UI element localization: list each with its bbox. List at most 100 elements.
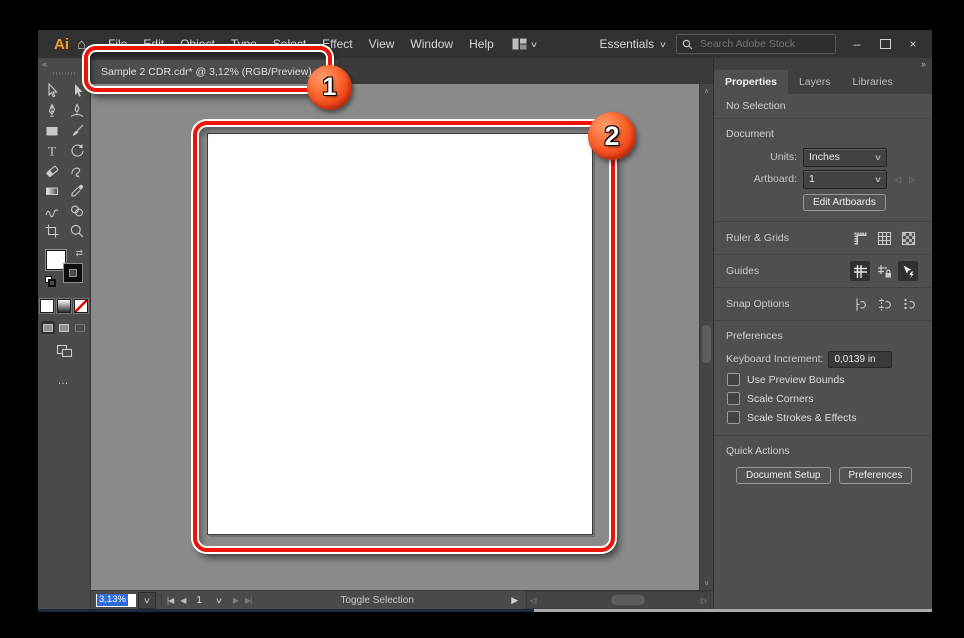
horizontal-scrollbar[interactable]: ◁ ▷	[526, 591, 711, 609]
menu-effect[interactable]: Effect	[314, 37, 360, 51]
menu-view[interactable]: View	[361, 37, 403, 51]
menubar-right: Essentials ∨ – ×	[599, 34, 926, 54]
edit-artboards-button[interactable]: Edit Artboards	[803, 194, 886, 211]
scale-strokes-effects-checkbox[interactable]	[727, 411, 740, 424]
artboard-number: 1	[196, 595, 202, 606]
stroke-color-swatch[interactable]	[64, 264, 82, 282]
scroll-left-icon[interactable]: ◁	[530, 596, 536, 605]
artboard-dropdown[interactable]: 1 ∨	[803, 170, 887, 189]
menu-file[interactable]: File	[100, 37, 135, 51]
menu-window[interactable]: Window	[402, 37, 461, 51]
screen-mode-button[interactable]	[56, 343, 73, 363]
window-controls: – ×	[846, 36, 924, 53]
chevron-down-icon: ∨	[659, 40, 667, 49]
smart-guides-button[interactable]	[898, 261, 918, 281]
minimize-button[interactable]: –	[846, 36, 868, 53]
tab-libraries[interactable]: Libraries	[841, 70, 903, 94]
swap-fill-stroke-icon[interactable]: ⇄	[75, 248, 83, 259]
vertical-scrollbar[interactable]: ∧ ∨	[699, 84, 713, 590]
keyboard-increment-input[interactable]: 0,0139 in	[828, 351, 892, 368]
prev-artboard-icon[interactable]: ◁	[895, 175, 901, 184]
none-button[interactable]	[74, 299, 88, 313]
type-tool[interactable]: T	[42, 141, 62, 160]
workspace-switcher[interactable]: Essentials ∨	[599, 37, 666, 51]
color-button[interactable]	[40, 299, 54, 313]
snap-to-grid-button[interactable]	[874, 294, 894, 314]
scroll-up-icon[interactable]: ∧	[700, 87, 713, 95]
arrange-documents-button[interactable]: ∨	[512, 38, 537, 50]
show-grid-button[interactable]	[874, 228, 894, 248]
rectangle-tool[interactable]	[42, 121, 62, 140]
rotate-tool[interactable]	[67, 141, 87, 160]
zoom-dropdown-button[interactable]: ∨	[138, 592, 156, 609]
edit-toolbar-button[interactable]: …	[58, 375, 71, 387]
scroll-down-icon[interactable]: ∨	[700, 579, 713, 587]
artboard-tool[interactable]	[42, 221, 62, 240]
draw-normal-button[interactable]	[41, 321, 55, 334]
maximize-button[interactable]	[874, 36, 896, 53]
canvas[interactable]: 2 ∧ ∨	[91, 84, 713, 590]
show-rulers-button[interactable]	[850, 228, 870, 248]
menu-select[interactable]: Select	[265, 37, 314, 51]
snap-to-pixel-button[interactable]	[898, 294, 918, 314]
gradient-button[interactable]	[57, 299, 71, 313]
first-artboard-button[interactable]: |◀	[167, 596, 173, 605]
document-tab[interactable]: Sample 2 CDR.cdr* @ 3,12% (RGB/Preview) …	[91, 60, 338, 84]
paintbrush-tool[interactable]	[67, 121, 87, 140]
vertical-scroll-thumb[interactable]	[702, 325, 711, 363]
pen-tool[interactable]	[42, 101, 62, 120]
zoom-level-input[interactable]: 3,13%	[96, 594, 136, 607]
symbols-tool[interactable]	[67, 201, 87, 220]
next-artboard-icon[interactable]: ▷	[909, 175, 915, 184]
last-artboard-button[interactable]: ▶|	[245, 596, 251, 605]
fill-color-swatch[interactable]	[46, 250, 66, 270]
scale-corners-checkbox[interactable]	[727, 392, 740, 405]
scroll-right-icon[interactable]: ▷	[701, 596, 707, 605]
tab-layers[interactable]: Layers	[788, 70, 842, 94]
main-menus: File Edit Object Type Select Effect View…	[100, 37, 502, 51]
default-fill-stroke-icon[interactable]	[45, 276, 56, 287]
search-input[interactable]	[698, 37, 812, 51]
toolbar: T	[42, 81, 87, 240]
gradient-tool[interactable]	[42, 181, 62, 200]
pencil-tool[interactable]	[42, 201, 62, 220]
menu-edit[interactable]: Edit	[135, 37, 172, 51]
eraser-tool[interactable]	[42, 161, 62, 180]
show-guides-button[interactable]	[850, 261, 870, 281]
show-transparency-grid-button[interactable]	[898, 228, 918, 248]
collapse-dock-button[interactable]: «	[38, 58, 47, 69]
close-button[interactable]: ×	[902, 36, 924, 53]
status-bar: 3,13% ∨ |◀ ◀ 1 ∨ ▶ ▶|	[91, 590, 713, 609]
menu-type[interactable]: Type	[223, 37, 265, 51]
lock-guides-button[interactable]	[874, 261, 894, 281]
illustrator-logo: Ai	[54, 36, 69, 53]
menu-object[interactable]: Object	[172, 37, 223, 51]
previous-artboard-button[interactable]: ◀	[180, 596, 185, 605]
use-preview-bounds-checkbox[interactable]	[727, 373, 740, 386]
adobe-stock-search[interactable]	[676, 34, 836, 54]
draw-behind-button[interactable]	[57, 321, 71, 334]
dock-grip-handle[interactable]	[53, 72, 75, 75]
units-dropdown[interactable]: Inches ∨	[803, 148, 887, 167]
document-tab-title: Sample 2 CDR.cdr* @ 3,12% (RGB/Preview)	[101, 66, 312, 78]
status-menu-arrow-icon[interactable]: ▶	[511, 595, 518, 606]
direct-selection-tool[interactable]	[67, 81, 87, 100]
draw-inside-button[interactable]	[73, 321, 87, 334]
document-setup-button[interactable]: Document Setup	[736, 467, 831, 484]
snap-to-point-button[interactable]	[850, 294, 870, 314]
menu-help[interactable]: Help	[461, 37, 502, 51]
tab-properties[interactable]: Properties	[714, 70, 788, 94]
selection-tool[interactable]	[42, 81, 62, 100]
eyedropper-tool[interactable]	[67, 181, 87, 200]
zoom-tool[interactable]	[67, 221, 87, 240]
next-artboard-button[interactable]: ▶	[233, 596, 238, 605]
artboard-number-dropdown[interactable]: 1 ∨	[196, 595, 221, 606]
home-icon[interactable]: ⌂	[77, 36, 86, 53]
preferences-button[interactable]: Preferences	[839, 467, 913, 484]
horizontal-scroll-thumb[interactable]	[611, 595, 645, 605]
expand-panel-icon[interactable]: »	[921, 59, 926, 69]
artboard-page[interactable]	[207, 133, 593, 535]
shaper-tool[interactable]	[67, 161, 87, 180]
ruler-grids-label: Ruler & Grids	[726, 232, 850, 244]
curvature-tool[interactable]	[67, 101, 87, 120]
